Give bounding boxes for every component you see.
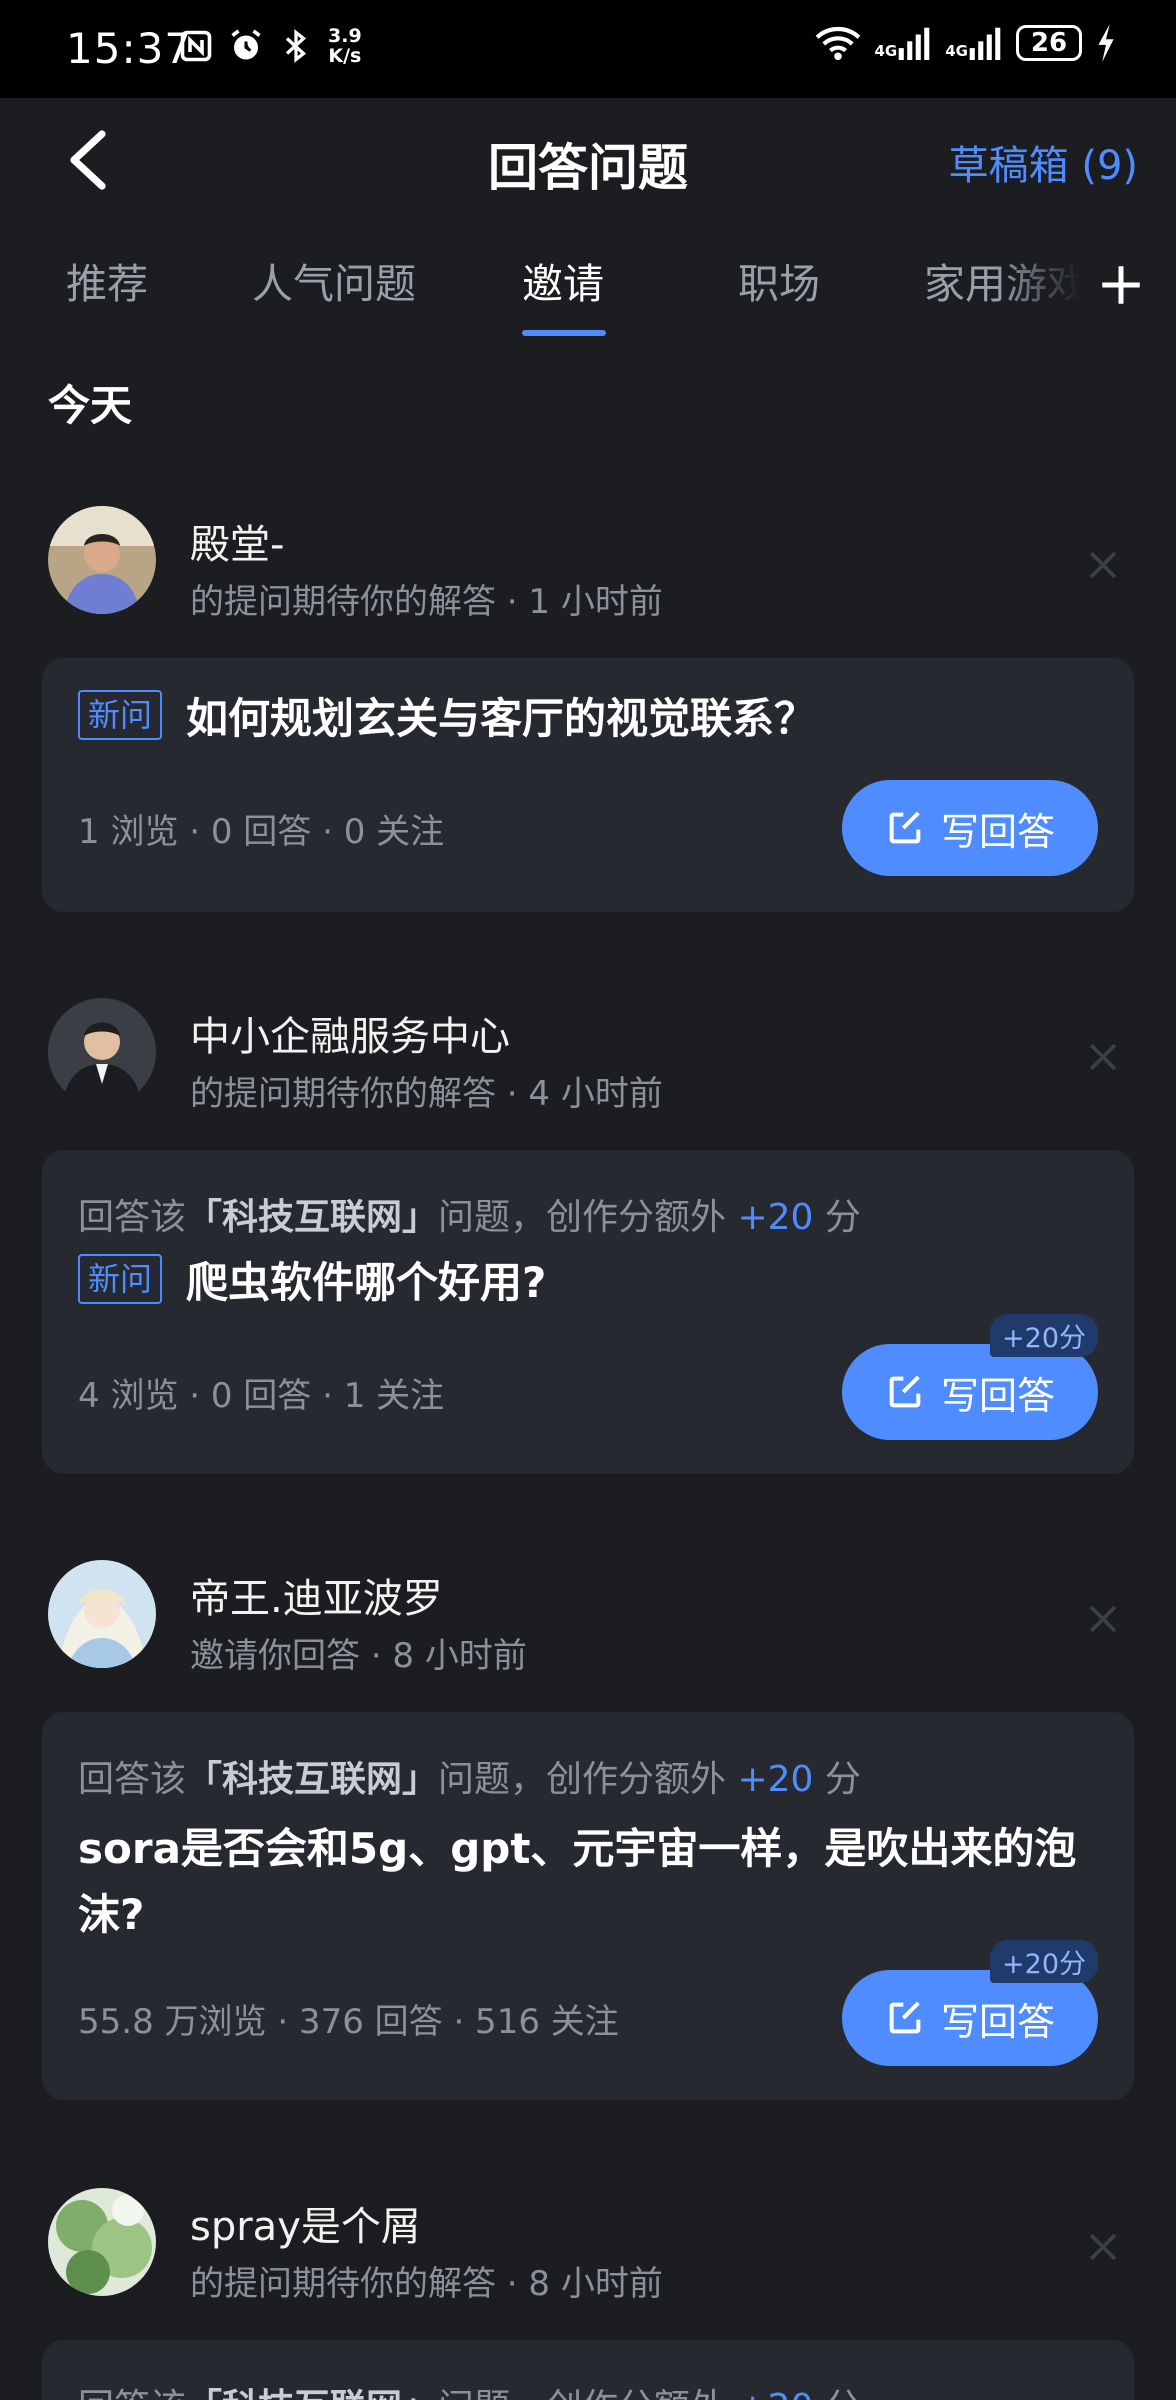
- edit-icon: [889, 2001, 921, 2034]
- question-card[interactable]: 回答该「科技互联网」问题，创作分额外 +20 分 新问 爬虫软件哪个好用? 4 …: [42, 1150, 1134, 1474]
- signal-1-label: 4G: [874, 42, 898, 60]
- avatar[interactable]: [48, 506, 156, 614]
- tab-popular[interactable]: 人气问题: [252, 250, 416, 310]
- close-icon[interactable]: [1086, 1040, 1120, 1074]
- signal-2-label: 4G: [945, 42, 968, 60]
- avatar-image: [48, 2188, 156, 2296]
- bluetooth-icon: [285, 29, 307, 63]
- tab-invite[interactable]: 邀请: [522, 250, 604, 310]
- user-name[interactable]: spray是个屑: [190, 2194, 421, 2252]
- avatar[interactable]: [48, 1560, 156, 1668]
- avatar-image: [48, 1560, 156, 1668]
- bonus-prefix: 回答该: [78, 2387, 186, 2400]
- bonus-info: 回答该「科技互联网」问题，创作分额外 +20 分: [78, 1750, 861, 1802]
- bonus-points: +20: [737, 2387, 813, 2400]
- bonus-info: 回答该「科技互联网」问题，创作分额外 +20 分: [78, 2378, 861, 2400]
- question-stats: 55.8 万浏览 · 376 回答 · 516 关注: [78, 2002, 619, 2042]
- bonus-topic[interactable]: 「科技互联网」: [186, 1197, 438, 1238]
- question-stats: 1 浏览 · 0 回答 · 0 关注: [78, 812, 445, 852]
- top-app-bar: 回答问题 草稿箱 (9): [0, 98, 1176, 222]
- write-answer-label: 写回答: [940, 809, 1055, 854]
- edit-icon: [889, 811, 921, 844]
- avatar[interactable]: [48, 998, 156, 1106]
- status-icons-left: 3.9 K/s: [178, 26, 362, 66]
- points-badge: +20分: [990, 1314, 1098, 1357]
- bonus-topic[interactable]: 「科技互联网」: [186, 1759, 438, 1800]
- signal-bars-icon: [898, 27, 930, 60]
- close-icon[interactable]: [1086, 1602, 1120, 1636]
- alarm-icon: [231, 29, 261, 60]
- bonus-info: 回答该「科技互联网」问题，创作分额外 +20 分: [78, 1188, 861, 1240]
- item-meta: 的提问期待你的解答 · 8 小时前: [190, 2264, 663, 2304]
- question-row: 新问 爬虫软件哪个好用?: [78, 1250, 1098, 1316]
- bonus-suffix: 分: [813, 1759, 861, 1800]
- bonus-prefix: 回答该: [78, 1197, 187, 1238]
- item-meta: 邀请你回答 · 8 小时前: [190, 1636, 527, 1676]
- tab-workplace[interactable]: 职场: [738, 250, 820, 310]
- signal-1: 4G: [875, 26, 932, 60]
- question-card[interactable]: 新问 如何规划玄关与客厅的视觉联系？ 1 浏览 · 0 回答 · 0 关注 写回…: [42, 658, 1134, 912]
- bonus-suffix: 分: [813, 2387, 861, 2400]
- write-answer-button[interactable]: 写回答: [842, 1970, 1098, 2066]
- bonus-mid: 问题，创作分额外: [438, 1759, 738, 1800]
- question-title[interactable]: sora是否会和5g、gpt、元宇宙一样，是吹出来的泡沫?: [78, 1816, 1098, 1948]
- bonus-mid: 问题，创作分额外: [438, 2387, 737, 2400]
- write-answer-button[interactable]: 写回答: [842, 780, 1098, 876]
- user-name[interactable]: 中小企融服务中心: [190, 1004, 510, 1062]
- write-answer-button[interactable]: 写回答: [842, 1344, 1098, 1440]
- signal-2: 4G: [945, 26, 1002, 60]
- close-icon[interactable]: [1086, 548, 1120, 582]
- battery-level: 26: [1030, 28, 1068, 58]
- item-meta: 的提问期待你的解答 · 4 小时前: [190, 1074, 663, 1114]
- wifi-icon: [815, 26, 860, 61]
- item-meta: 的提问期待你的解答 · 1 小时前: [190, 582, 663, 622]
- net-speed-unit: K/s: [328, 45, 362, 67]
- new-question-badge: 新问: [78, 1254, 163, 1304]
- bonus-points: +20: [737, 1759, 814, 1800]
- net-speed: 3.9 K/s: [328, 26, 362, 66]
- question-card[interactable]: 回答该「科技互联网」问题，创作分额外 +20 分: [42, 2340, 1134, 2400]
- status-icons-right: 4G 4G 26: [815, 24, 1117, 62]
- avatar-image: [48, 506, 156, 614]
- question-card[interactable]: 回答该「科技互联网」问题，创作分额外 +20 分 sora是否会和5g、gpt、…: [42, 1712, 1134, 2100]
- user-name[interactable]: 帝王.迪亚波罗: [190, 1566, 443, 1624]
- write-answer-label: 写回答: [940, 1999, 1055, 2044]
- bonus-mid: 问题，创作分额外: [438, 1197, 738, 1238]
- signal-bars-icon: [969, 27, 1001, 60]
- question-title[interactable]: 爬虫软件哪个好用?: [186, 1250, 546, 1316]
- avatar-image: [48, 998, 156, 1106]
- battery-indicator: 26: [1016, 25, 1082, 61]
- active-tab-indicator: [522, 330, 606, 336]
- points-badge: +20分: [990, 1940, 1098, 1983]
- bonus-prefix: 回答该: [78, 1759, 187, 1800]
- question-row: sora是否会和5g、gpt、元宇宙一样，是吹出来的泡沫?: [78, 1816, 1098, 1948]
- new-question-badge: 新问: [78, 690, 163, 740]
- category-tabs: 推荐 人气问题 邀请 职场 家用游戏: [0, 236, 1176, 346]
- user-name[interactable]: 殿堂-: [190, 512, 284, 570]
- edit-icon: [889, 1375, 921, 1408]
- plus-icon[interactable]: [1096, 260, 1146, 310]
- net-speed-value: 3.9: [328, 25, 362, 47]
- bonus-points: +20: [737, 1197, 814, 1238]
- write-answer-label: 写回答: [940, 1373, 1055, 1418]
- question-row: 新问 如何规划玄关与客厅的视觉联系？: [78, 686, 1098, 752]
- close-icon[interactable]: [1086, 2230, 1120, 2264]
- avatar[interactable]: [48, 2188, 156, 2296]
- question-title[interactable]: 如何规划玄关与客厅的视觉联系？: [186, 686, 816, 752]
- section-today: 今天: [48, 381, 133, 430]
- status-bar: 15:37 3.9 K/s 4G 4G 26: [0, 0, 1176, 98]
- tab-recommend[interactable]: 推荐: [66, 250, 148, 310]
- question-stats: 4 浏览 · 0 回答 · 1 关注: [78, 1376, 445, 1416]
- nfc-icon: [180, 30, 212, 62]
- bonus-topic[interactable]: 「科技互联网」: [186, 2387, 438, 2400]
- status-time: 15:37: [66, 24, 193, 73]
- drafts-link[interactable]: 草稿箱 (9): [949, 133, 1138, 191]
- bonus-suffix: 分: [813, 1197, 861, 1238]
- charging-icon: [1098, 24, 1114, 62]
